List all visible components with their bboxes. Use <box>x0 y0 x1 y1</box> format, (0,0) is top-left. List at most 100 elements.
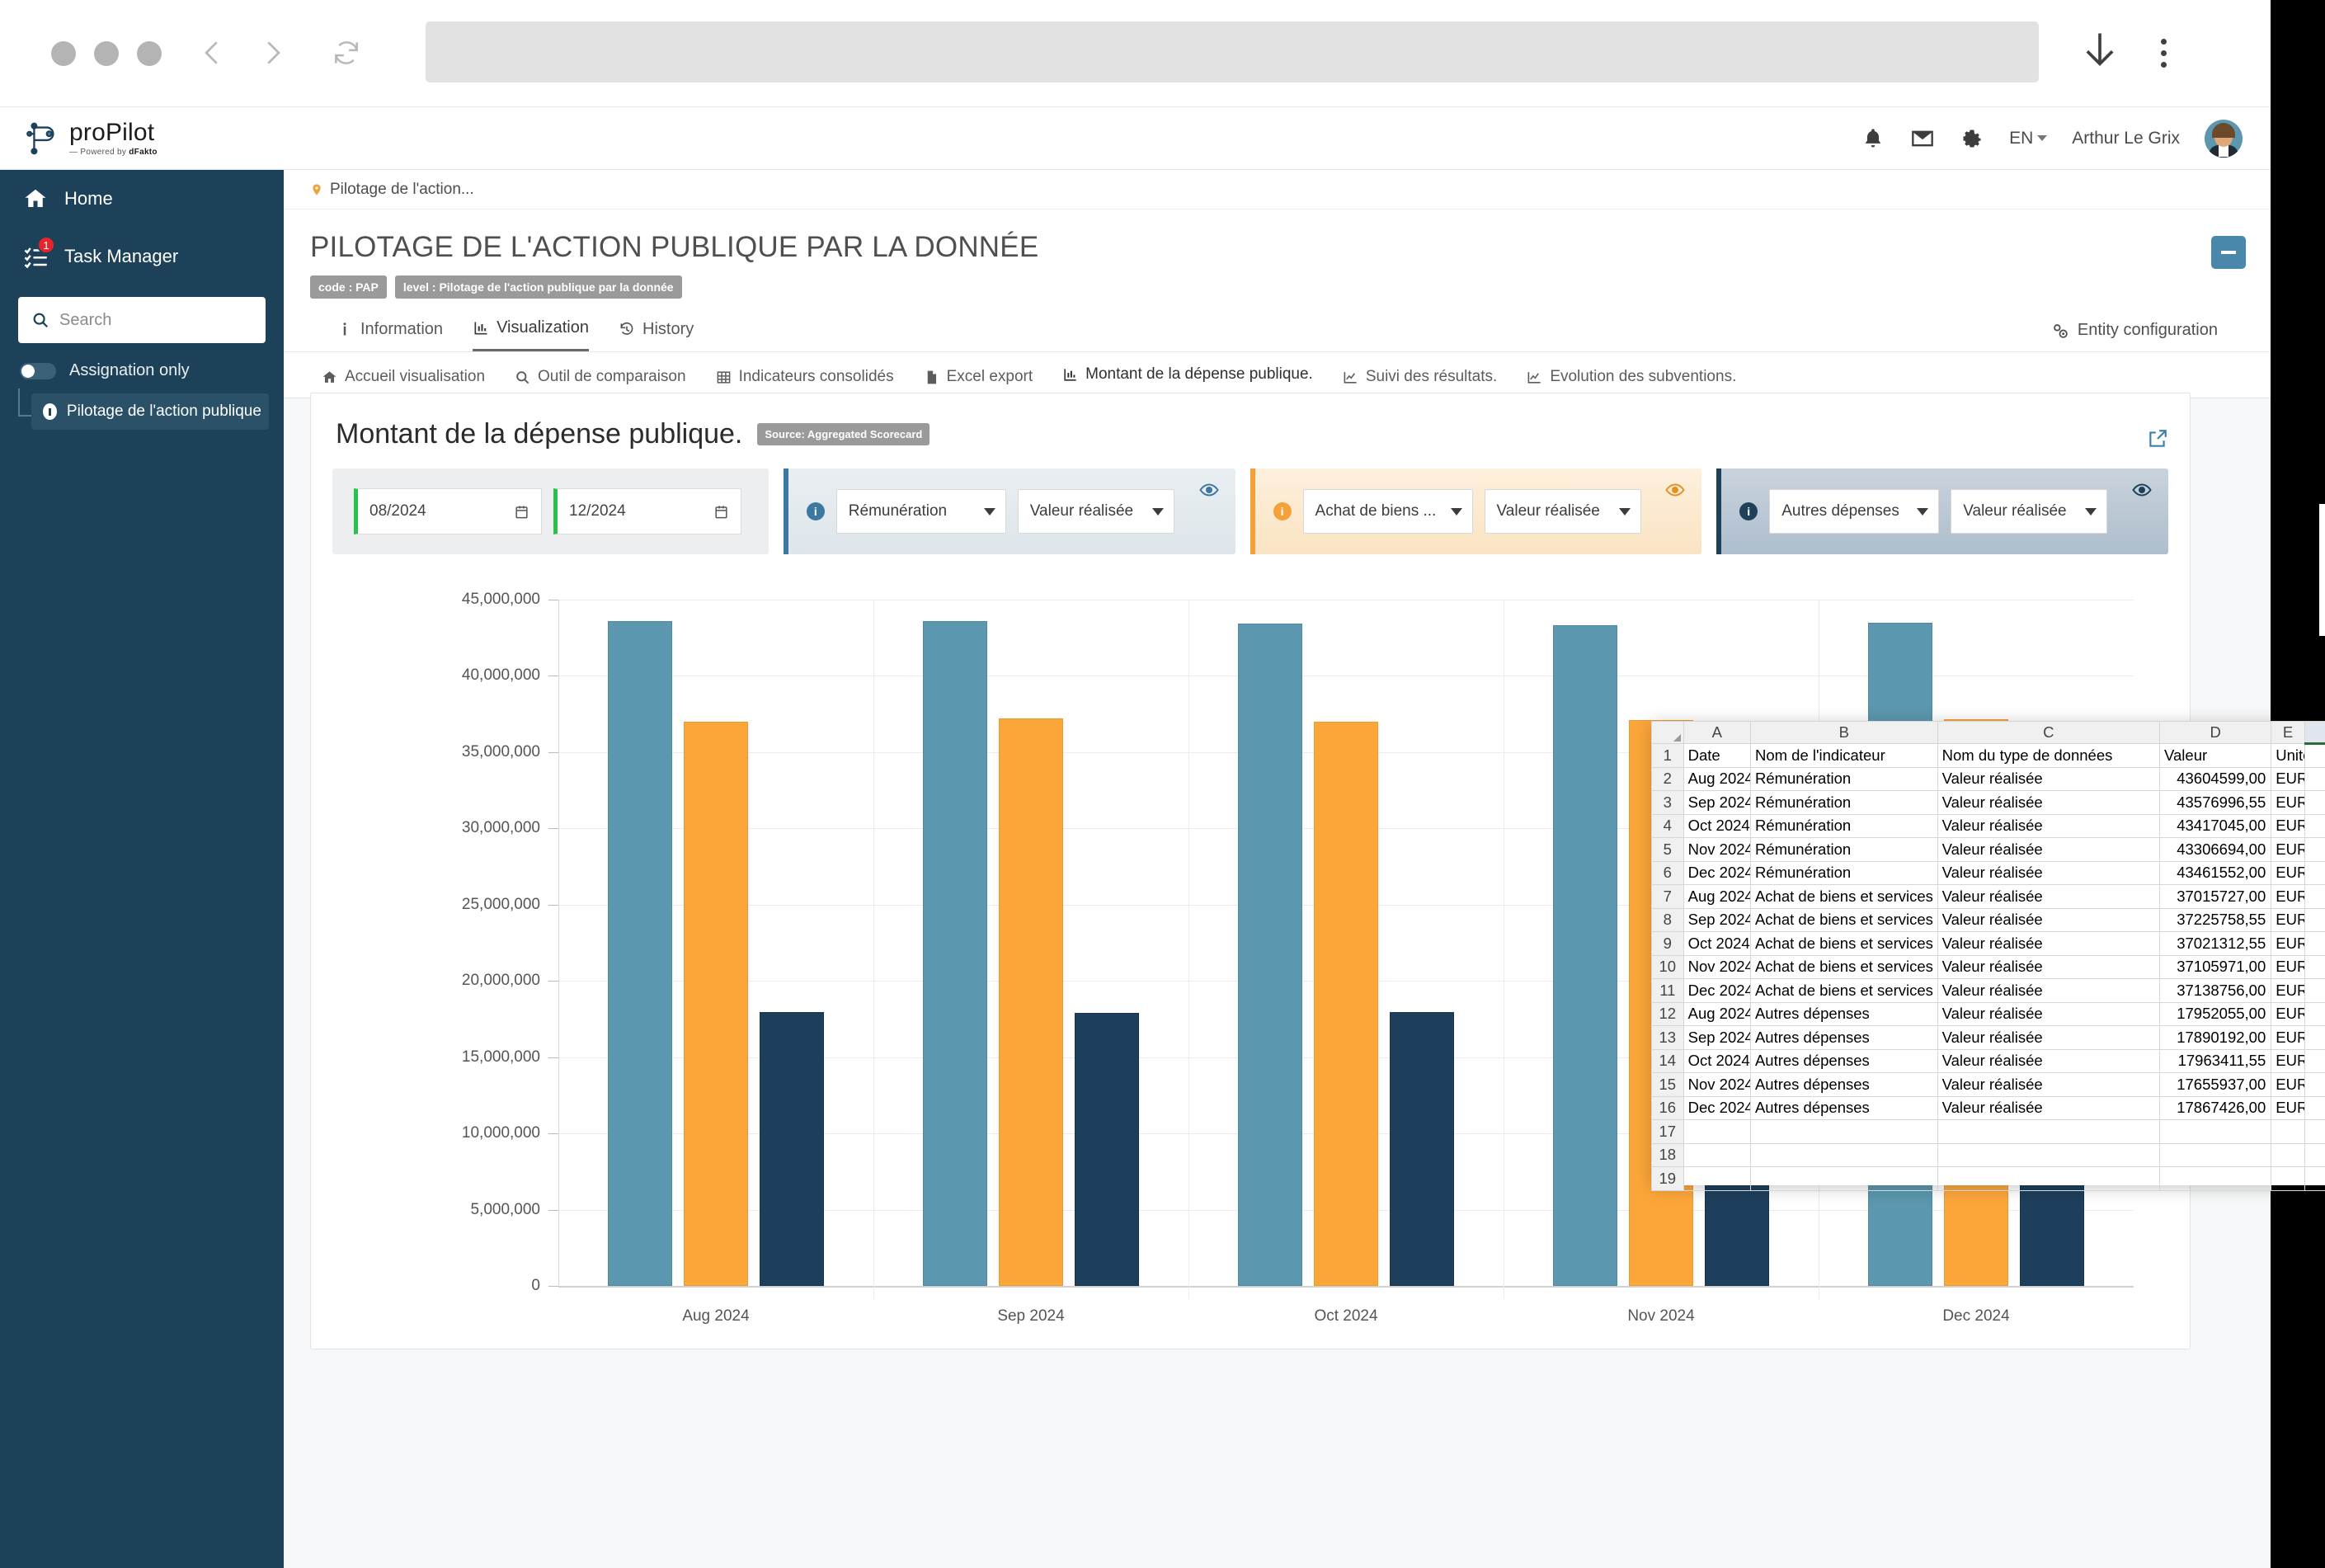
table-cell[interactable]: Autres dépenses <box>1750 1002 1937 1026</box>
browser-menu-button[interactable] <box>2143 28 2184 78</box>
table-cell[interactable]: 17890192,00 <box>2160 1026 2271 1050</box>
table-cell[interactable]: Autres dépenses <box>1750 1049 1937 1073</box>
indicator-select-2[interactable]: Achat de biens ... <box>1303 489 1473 534</box>
table-cell[interactable] <box>2271 1120 2305 1144</box>
table-cell[interactable]: Unité <box>2271 744 2305 768</box>
row-number[interactable]: 12 <box>1652 1002 1684 1026</box>
table-cell[interactable]: Autres dépenses <box>1750 1026 1937 1050</box>
eye-icon[interactable] <box>1665 480 1685 500</box>
date-to-input[interactable]: 12/2024 <box>553 488 741 534</box>
table-cell[interactable]: Valeur réalisée <box>1937 1049 2159 1073</box>
table-cell[interactable] <box>2304 885 2325 909</box>
window-controls[interactable] <box>51 41 162 66</box>
toggle-switch[interactable] <box>20 363 56 379</box>
table-cell[interactable]: Sep 2024 <box>1683 791 1750 815</box>
table-cell[interactable] <box>2304 791 2325 815</box>
indicator-select-1[interactable]: Rémunération <box>836 489 1006 534</box>
table-cell[interactable]: Rémunération <box>1750 861 1937 885</box>
table-cell[interactable]: 43306694,00 <box>2160 838 2271 862</box>
column-header-D[interactable]: D <box>2160 722 2271 744</box>
tab-history[interactable]: History <box>619 320 694 351</box>
row-number[interactable]: 1 <box>1652 744 1684 768</box>
table-cell[interactable] <box>1683 1120 1750 1144</box>
table-cell[interactable] <box>2304 932 2325 956</box>
messages-button[interactable] <box>1910 126 1935 151</box>
table-cell[interactable] <box>2271 1167 2305 1191</box>
table-cell[interactable]: 43604599,00 <box>2160 767 2271 791</box>
table-cell[interactable]: Rémunération <box>1750 814 1937 838</box>
table-cell[interactable]: Aug 2024 <box>1683 767 1750 791</box>
table-cell[interactable]: Nom de l'indicateur <box>1750 744 1937 768</box>
column-header-E[interactable]: E <box>2271 722 2305 744</box>
row-number[interactable]: 6 <box>1652 861 1684 885</box>
subtab-accueil-visualisation[interactable]: Accueil visualisation <box>310 355 503 398</box>
bar[interactable] <box>1390 1012 1454 1286</box>
bar[interactable] <box>1075 1013 1139 1286</box>
table-cell[interactable]: Sep 2024 <box>1683 908 1750 932</box>
table-cell[interactable]: Autres dépenses <box>1750 1096 1937 1120</box>
bar[interactable] <box>1553 625 1617 1286</box>
spreadsheet-overlay[interactable]: A B C D E F G 1DateNom de l'indicateurNo… <box>1651 721 2325 1185</box>
table-cell[interactable] <box>1683 1167 1750 1191</box>
window-maximize-dot[interactable] <box>137 41 162 66</box>
table-cell[interactable] <box>2304 767 2325 791</box>
table-cell[interactable]: Valeur réalisée <box>1937 908 2159 932</box>
table-cell[interactable] <box>2304 1049 2325 1073</box>
row-number[interactable]: 11 <box>1652 979 1684 1003</box>
column-header-C[interactable]: C <box>1937 722 2159 744</box>
row-number[interactable]: 13 <box>1652 1026 1684 1050</box>
row-number[interactable]: 17 <box>1652 1120 1684 1144</box>
measure-select-1[interactable]: Valeur réalisée <box>1018 489 1174 534</box>
table-cell[interactable]: Valeur <box>2160 744 2271 768</box>
table-cell[interactable]: EUR <box>2271 814 2305 838</box>
table-cell[interactable]: Oct 2024 <box>1683 814 1750 838</box>
table-cell[interactable]: EUR <box>2271 861 2305 885</box>
table-cell[interactable]: 43461552,00 <box>2160 861 2271 885</box>
table-cell[interactable]: Valeur réalisée <box>1937 955 2159 979</box>
table-cell[interactable]: Rémunération <box>1750 791 1937 815</box>
table-row[interactable]: 18 <box>1652 1143 2325 1167</box>
row-number[interactable]: 16 <box>1652 1096 1684 1120</box>
table-cell[interactable] <box>2160 1120 2271 1144</box>
bar[interactable] <box>760 1012 824 1286</box>
notifications-button[interactable] <box>1861 126 1885 151</box>
table-cell[interactable]: Nom du type de données <box>1937 744 2159 768</box>
table-row[interactable]: 8Sep 2024Achat de biens et servicesValeu… <box>1652 908 2325 932</box>
table-cell[interactable]: Aug 2024 <box>1683 1002 1750 1026</box>
table-cell[interactable]: Valeur réalisée <box>1937 1026 2159 1050</box>
table-cell[interactable] <box>1937 1120 2159 1144</box>
table-cell[interactable] <box>2304 814 2325 838</box>
table-cell[interactable] <box>1937 1167 2159 1191</box>
row-number[interactable]: 5 <box>1652 838 1684 862</box>
table-cell[interactable]: EUR <box>2271 1073 2305 1097</box>
subtab-indicateurs-consolides[interactable]: Indicateurs consolidés <box>704 355 912 398</box>
table-row[interactable]: 4Oct 2024RémunérationValeur réalisée4341… <box>1652 814 2325 838</box>
select-all-corner[interactable] <box>1652 722 1684 744</box>
table-cell[interactable]: Autres dépenses <box>1750 1073 1937 1097</box>
table-cell[interactable]: Valeur réalisée <box>1937 838 2159 862</box>
app-logo[interactable]: proPilot — Powered by dFakto <box>23 120 158 158</box>
table-row[interactable]: 7Aug 2024Achat de biens et servicesValeu… <box>1652 885 2325 909</box>
table-cell[interactable] <box>2160 1167 2271 1191</box>
table-cell[interactable]: EUR <box>2271 1002 2305 1026</box>
table-cell[interactable] <box>2304 979 2325 1003</box>
table-cell[interactable]: Valeur réalisée <box>1937 861 2159 885</box>
table-cell[interactable]: Dec 2024 <box>1683 979 1750 1003</box>
table-cell[interactable]: EUR <box>2271 791 2305 815</box>
table-cell[interactable]: EUR <box>2271 908 2305 932</box>
table-cell[interactable]: EUR <box>2271 767 2305 791</box>
table-row[interactable]: 17 <box>1652 1120 2325 1144</box>
table-cell[interactable]: Rémunération <box>1750 838 1937 862</box>
table-cell[interactable] <box>2304 1143 2325 1167</box>
column-header-B[interactable]: B <box>1750 722 1937 744</box>
table-cell[interactable]: EUR <box>2271 932 2305 956</box>
subtab-outil-de-comparaison[interactable]: Outil de comparaison <box>503 355 704 398</box>
row-number[interactable]: 4 <box>1652 814 1684 838</box>
bar[interactable] <box>1314 722 1378 1286</box>
table-cell[interactable] <box>2304 838 2325 862</box>
table-row[interactable]: 16Dec 2024Autres dépensesValeur réalisée… <box>1652 1096 2325 1120</box>
table-cell[interactable]: EUR <box>2271 955 2305 979</box>
search-input[interactable]: Search <box>18 297 266 343</box>
table-cell[interactable] <box>1750 1143 1937 1167</box>
table-cell[interactable]: 37105971,00 <box>2160 955 2271 979</box>
